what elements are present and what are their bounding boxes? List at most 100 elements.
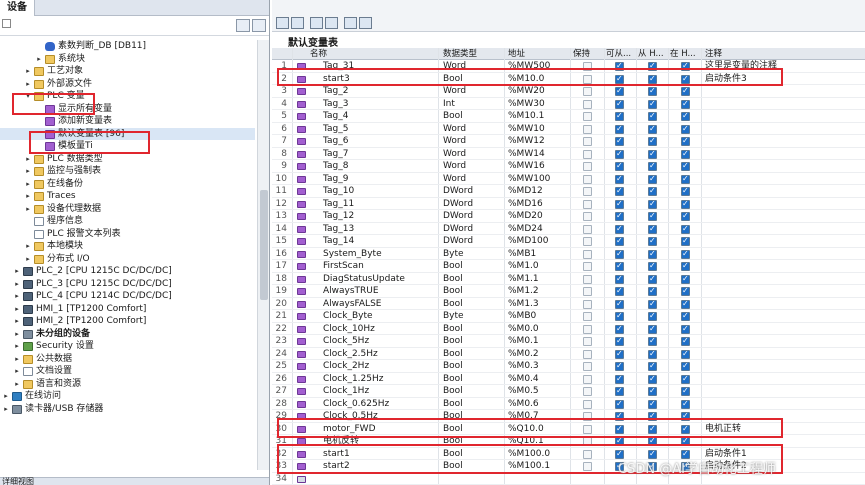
accessible-checkbox[interactable]: [615, 124, 624, 134]
visible-checkbox[interactable]: [681, 436, 690, 446]
writable-checkbox[interactable]: [648, 361, 657, 371]
collapsed-arrow-icon[interactable]: ▸: [13, 328, 21, 341]
writable-checkbox[interactable]: [648, 274, 657, 284]
address-cell[interactable]: %MD20: [508, 210, 543, 223]
visible-checkbox[interactable]: [681, 149, 690, 159]
retain-checkbox[interactable]: [583, 362, 592, 371]
collapsed-arrow-icon[interactable]: ▸: [24, 65, 32, 78]
tree-item[interactable]: ▸ PLC_4 [CPU 1214C DC/DC/DC]: [0, 290, 255, 303]
retain-checkbox[interactable]: [583, 337, 592, 346]
retain-checkbox[interactable]: [583, 324, 592, 334]
table-row[interactable]: 5 Tag_4 Bool %M10.1: [272, 110, 865, 123]
writable-checkbox[interactable]: [648, 374, 657, 384]
visible-checkbox[interactable]: [681, 311, 690, 321]
datatype-cell[interactable]: Word: [443, 148, 466, 161]
address-cell[interactable]: %MW12: [508, 135, 545, 148]
tag-name-cell[interactable]: Tag_14: [323, 235, 354, 248]
table-row[interactable]: 17 FirstScan Bool %M1.0: [272, 260, 865, 273]
tag-name-cell[interactable]: Clock_Byte: [323, 310, 373, 323]
datatype-cell[interactable]: Byte: [443, 248, 464, 261]
tag-name-cell[interactable]: Clock_1Hz: [323, 385, 369, 398]
datatype-cell[interactable]: Bool: [443, 348, 463, 361]
address-cell[interactable]: %MD16: [508, 198, 543, 211]
project-tree-scrollbar[interactable]: [257, 40, 269, 470]
accessible-checkbox[interactable]: [615, 74, 624, 84]
retain-checkbox[interactable]: [583, 449, 592, 459]
datatype-cell[interactable]: Bool: [443, 323, 463, 336]
table-row[interactable]: 15 Tag_14 DWord %MD100: [272, 235, 865, 248]
datatype-cell[interactable]: Bool: [443, 398, 463, 411]
export-icon[interactable]: [310, 17, 323, 29]
tag-name-cell[interactable]: Tag_7: [323, 148, 348, 161]
collapsed-arrow-icon[interactable]: ▸: [24, 240, 32, 253]
tag-name-cell[interactable]: Tag_12: [323, 210, 354, 223]
tree-item[interactable]: ▸ PLC 数据类型: [0, 153, 255, 166]
address-cell[interactable]: %M0.1: [508, 335, 539, 348]
accessible-checkbox[interactable]: [615, 99, 624, 109]
writable-checkbox[interactable]: [648, 236, 657, 246]
accessible-checkbox[interactable]: [615, 374, 624, 384]
datatype-cell[interactable]: Bool: [443, 448, 463, 461]
accessible-checkbox[interactable]: [615, 136, 624, 146]
accessible-checkbox[interactable]: [615, 324, 624, 334]
table-row[interactable]: 31 电机反转 Bool %Q10.1: [272, 435, 865, 448]
tag-name-cell[interactable]: Clock_1.25Hz: [323, 373, 383, 386]
table-row[interactable]: 3 Tag_2 Word %MW20: [272, 85, 865, 98]
address-cell[interactable]: %M1.1: [508, 273, 539, 286]
datatype-cell[interactable]: Word: [443, 60, 466, 73]
accessible-checkbox[interactable]: [615, 61, 624, 71]
col-accessible-header[interactable]: 可从...: [606, 48, 636, 60]
tag-name-cell[interactable]: Tag_8: [323, 160, 348, 173]
writable-checkbox[interactable]: [648, 74, 657, 84]
visible-checkbox[interactable]: [681, 99, 690, 109]
tree-item[interactable]: 显示所有变量: [0, 103, 255, 116]
accessible-checkbox[interactable]: [615, 361, 624, 371]
tree-item[interactable]: ▸ 文档设置: [0, 365, 255, 378]
add-new-icon[interactable]: [297, 475, 306, 483]
visible-checkbox[interactable]: [681, 249, 690, 259]
tag-name-cell[interactable]: Clock_10Hz: [323, 323, 375, 336]
tag-name-cell[interactable]: Tag_11: [323, 198, 354, 211]
collapsed-arrow-icon[interactable]: ▸: [24, 178, 32, 191]
writable-checkbox[interactable]: [648, 424, 657, 434]
collapsed-arrow-icon[interactable]: ▸: [13, 290, 21, 303]
tag-name-cell[interactable]: start3: [323, 73, 350, 86]
retain-checkbox[interactable]: [583, 124, 592, 134]
writable-checkbox[interactable]: [648, 99, 657, 109]
comment-cell[interactable]: 启动条件3: [705, 73, 747, 86]
visible-checkbox[interactable]: [681, 374, 690, 384]
address-cell[interactable]: %M0.0: [508, 323, 539, 336]
visible-checkbox[interactable]: [681, 74, 690, 84]
retain-checkbox[interactable]: [583, 412, 592, 421]
tag-name-cell[interactable]: Tag_31: [323, 60, 354, 73]
tag-name-cell[interactable]: motor_FWD: [323, 423, 376, 436]
visible-checkbox[interactable]: [681, 261, 690, 271]
tag-name-cell[interactable]: Tag_5: [323, 123, 348, 136]
retain-checkbox[interactable]: [583, 199, 592, 209]
datatype-cell[interactable]: Bool: [443, 273, 463, 286]
tree-item[interactable]: 添加新变量表: [0, 115, 255, 128]
tree-item[interactable]: ▸ 分布式 I/O: [0, 253, 255, 266]
datatype-cell[interactable]: Bool: [443, 285, 463, 298]
accessible-checkbox[interactable]: [615, 236, 624, 246]
writable-checkbox[interactable]: [648, 161, 657, 171]
visible-checkbox[interactable]: [681, 111, 690, 121]
tree-item[interactable]: ▸ 系统块: [0, 53, 255, 66]
tree-item[interactable]: ▸ 在线访问: [0, 390, 255, 403]
writable-checkbox[interactable]: [648, 436, 657, 446]
address-cell[interactable]: %Q10.1: [508, 435, 544, 448]
datatype-cell[interactable]: DWord: [443, 185, 473, 198]
visible-checkbox[interactable]: [681, 124, 690, 134]
visible-checkbox[interactable]: [681, 86, 690, 96]
accessible-checkbox[interactable]: [615, 274, 624, 284]
accessible-checkbox[interactable]: [615, 186, 624, 196]
datatype-cell[interactable]: DWord: [443, 198, 473, 211]
grid-view-icon[interactable]: [252, 19, 266, 32]
accessible-checkbox[interactable]: [615, 286, 624, 296]
collapsed-arrow-icon[interactable]: ▸: [13, 353, 21, 366]
visible-checkbox[interactable]: [681, 174, 690, 184]
visible-checkbox[interactable]: [681, 361, 690, 371]
tag-name-cell[interactable]: AlwaysTRUE: [323, 285, 379, 298]
address-cell[interactable]: %M0.5: [508, 385, 539, 398]
visible-checkbox[interactable]: [681, 199, 690, 209]
